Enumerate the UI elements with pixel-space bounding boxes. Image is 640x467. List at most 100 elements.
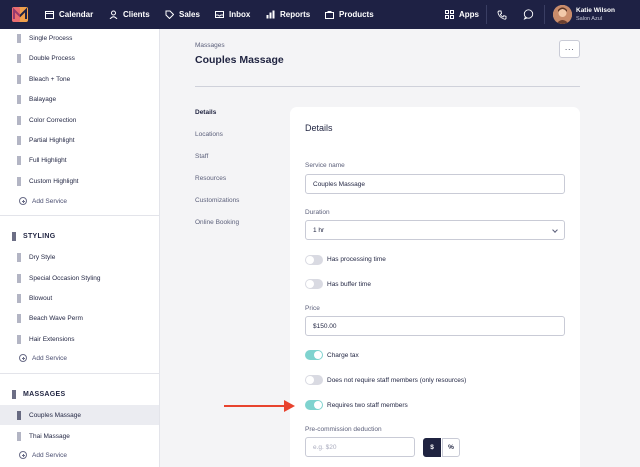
toggle-knob: [314, 351, 322, 359]
page-title: Couples Massage: [195, 54, 284, 66]
chat-icon[interactable]: [523, 9, 534, 20]
service-label: Special Occasion Styling: [29, 274, 101, 282]
buffer-time-label: Has buffer time: [327, 281, 371, 288]
list-item[interactable]: Special Occasion Styling: [0, 268, 159, 288]
commission-input[interactable]: e.g. $20: [305, 437, 415, 457]
list-item[interactable]: Full Highlight: [0, 150, 159, 170]
duration-select[interactable]: 1 hr: [305, 220, 565, 240]
list-item[interactable]: Single Process: [0, 28, 159, 48]
toggle-knob: [306, 256, 314, 264]
drag-handle-icon[interactable]: [17, 176, 21, 186]
drag-handle-icon[interactable]: [17, 155, 21, 165]
dollar-unit-button[interactable]: $: [423, 438, 441, 457]
drag-handle-icon[interactable]: [17, 293, 21, 303]
tag-icon: [165, 10, 174, 19]
service-label: Couples Massage: [29, 411, 82, 419]
tab-locations[interactable]: Locations: [195, 131, 223, 138]
duration-value: 1 hr: [313, 226, 325, 234]
nav-products[interactable]: Products: [325, 0, 374, 29]
charge-tax-label: Charge tax: [327, 352, 359, 359]
processing-time-label: Has processing time: [327, 256, 386, 263]
plus-circle-icon: [19, 451, 27, 459]
service-label: Bleach + Tone: [29, 75, 71, 83]
drag-handle-icon[interactable]: [17, 53, 21, 63]
list-item[interactable]: Balayage: [0, 89, 159, 109]
category-header-styling[interactable]: STYLING: [0, 226, 159, 246]
list-item[interactable]: Dry Style: [0, 247, 159, 267]
phone-icon[interactable]: [497, 10, 507, 20]
list-item-selected[interactable]: Couples Massage: [0, 405, 159, 425]
reports-icon: [266, 10, 275, 19]
list-item[interactable]: Color Correction: [0, 110, 159, 130]
service-name-label: Service name: [305, 162, 345, 169]
list-item[interactable]: Beach Wave Perm: [0, 308, 159, 328]
duration-label: Duration: [305, 209, 330, 216]
nav-calendar[interactable]: Calendar: [45, 0, 93, 29]
list-item[interactable]: Custom Highlight: [0, 171, 159, 191]
user-name[interactable]: Katie Wilson: [576, 7, 615, 14]
drag-handle-icon[interactable]: [17, 431, 21, 441]
section-divider: [0, 373, 159, 374]
service-label: Full Highlight: [29, 156, 67, 164]
toggle-knob: [314, 401, 322, 409]
drag-handle-icon[interactable]: [12, 231, 16, 241]
avatar[interactable]: [553, 5, 572, 24]
user-avatar-icon: [553, 5, 572, 24]
more-options-button[interactable]: ···: [559, 40, 580, 58]
annotation-arrow-icon: [224, 400, 295, 412]
tab-details[interactable]: Details: [195, 109, 216, 116]
drag-handle-icon[interactable]: [17, 115, 21, 125]
card-title: Details: [305, 123, 333, 133]
no-staff-label: Does not require staff members (only res…: [327, 377, 467, 384]
drag-handle-icon[interactable]: [17, 313, 21, 323]
topbar-divider: [544, 5, 545, 24]
service-label: Single Process: [29, 34, 73, 42]
app-logo-icon[interactable]: [12, 7, 28, 22]
buffer-time-toggle[interactable]: [305, 279, 323, 289]
drag-handle-icon[interactable]: [17, 410, 21, 420]
drag-handle-icon[interactable]: [17, 273, 21, 283]
drag-handle-icon[interactable]: [17, 33, 21, 43]
charge-tax-toggle[interactable]: [305, 350, 323, 360]
service-label: Color Correction: [29, 116, 77, 124]
percent-unit-button[interactable]: %: [442, 438, 460, 457]
service-label: Beach Wave Perm: [29, 314, 83, 322]
list-item[interactable]: Bleach + Tone: [0, 69, 159, 89]
tab-online-booking[interactable]: Online Booking: [195, 219, 239, 226]
user-salon: Salon Azul: [576, 16, 602, 22]
add-service-button[interactable]: Add Service: [0, 445, 159, 465]
toggle-knob: [306, 280, 314, 288]
two-staff-toggle[interactable]: [305, 400, 323, 410]
drag-handle-icon[interactable]: [17, 94, 21, 104]
nav-apps-label: Apps: [459, 10, 479, 19]
processing-time-toggle[interactable]: [305, 255, 323, 265]
nav-reports[interactable]: Reports: [266, 0, 310, 29]
commission-label: Pre-commission deduction: [305, 426, 382, 433]
nav-apps[interactable]: Apps: [445, 0, 479, 29]
topbar-divider: [486, 5, 487, 24]
tab-resources[interactable]: Resources: [195, 175, 226, 182]
list-item[interactable]: Blowout: [0, 288, 159, 308]
list-item[interactable]: Double Process: [0, 48, 159, 68]
drag-handle-icon[interactable]: [12, 389, 16, 399]
list-item[interactable]: Thai Massage: [0, 426, 159, 446]
nav-sales[interactable]: Sales: [165, 0, 200, 29]
header-divider: [195, 86, 580, 87]
tab-customizations[interactable]: Customizations: [195, 197, 239, 204]
category-header-massages[interactable]: MASSAGES: [0, 384, 159, 404]
add-service-button[interactable]: Add Service: [0, 191, 159, 211]
tab-staff[interactable]: Staff: [195, 153, 208, 160]
no-staff-toggle[interactable]: [305, 375, 323, 385]
drag-handle-icon[interactable]: [17, 74, 21, 84]
nav-inbox[interactable]: Inbox: [215, 0, 250, 29]
drag-handle-icon[interactable]: [17, 334, 21, 344]
price-input[interactable]: $150.00: [305, 316, 565, 336]
add-service-button[interactable]: Add Service: [0, 348, 159, 368]
list-item[interactable]: Partial Highlight: [0, 130, 159, 150]
service-name-input[interactable]: Couples Massage: [305, 174, 565, 194]
drag-handle-icon[interactable]: [17, 135, 21, 145]
list-item[interactable]: Hair Extensions: [0, 329, 159, 349]
nav-clients[interactable]: Clients: [109, 0, 150, 29]
breadcrumb[interactable]: Massages: [195, 42, 225, 49]
drag-handle-icon[interactable]: [17, 252, 21, 262]
